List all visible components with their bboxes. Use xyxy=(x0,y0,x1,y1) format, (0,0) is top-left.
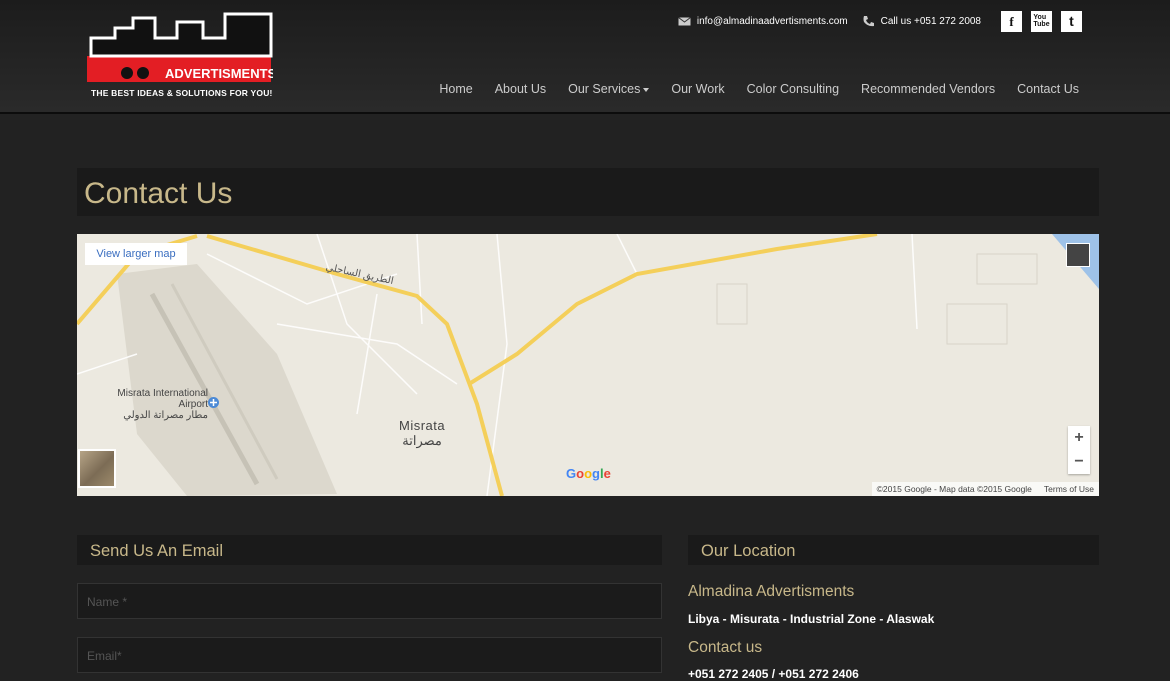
site-header: ADVERTISMENTS THE BEST IDEAS & SOLUTIONS… xyxy=(0,0,1170,114)
nav-item-vendors[interactable]: Recommended Vendors xyxy=(861,82,995,96)
company-address: Libya - Misurata - Industrial Zone - Ala… xyxy=(688,612,935,626)
email-section-header: Send Us An Email xyxy=(77,535,662,565)
city-label-en: Misrata xyxy=(399,418,446,433)
zoom-out-button[interactable]: − xyxy=(1068,450,1090,474)
phone-text: Call us +051 272 2008 xyxy=(880,15,981,27)
logo-mark: ADVERTISMENTS xyxy=(87,12,273,82)
airport-label: Misrata International Airport مطار مصرات… xyxy=(114,388,208,421)
nav-item-contact[interactable]: Contact Us xyxy=(1017,82,1079,96)
name-placeholder: Name * xyxy=(87,595,128,609)
email-field[interactable]: Email* xyxy=(77,637,662,673)
zoom-in-button[interactable]: + xyxy=(1068,426,1090,450)
view-larger-map-link[interactable]: View larger map xyxy=(85,243,187,265)
page-title-bar: Contact Us xyxy=(77,168,1099,216)
social-links: f You Tube t xyxy=(1001,10,1082,32)
email-text: info@almadinaadvertisments.com xyxy=(696,15,848,27)
location-section-header: Our Location xyxy=(688,535,1099,565)
phone-link[interactable]: Call us +051 272 2008 xyxy=(862,15,981,28)
company-name: Almadina Advertisments xyxy=(688,583,855,600)
chevron-down-icon xyxy=(643,87,650,92)
map-expand-icon[interactable] xyxy=(1066,243,1090,267)
site-logo[interactable]: ADVERTISMENTS THE BEST IDEAS & SOLUTIONS… xyxy=(85,8,275,100)
city-label-ar: مصراتة xyxy=(402,433,442,448)
satellite-toggle[interactable] xyxy=(78,449,116,488)
top-contact-bar: info@almadinaadvertisments.com Call us +… xyxy=(678,10,1082,32)
map-attribution: ©2015 Google - Map data ©2015 Google Ter… xyxy=(871,482,1099,496)
city-label: Misrata مصراتة xyxy=(399,418,445,449)
map-attribution-text: ©2015 Google - Map data ©2015 Google xyxy=(876,484,1032,494)
phone-icon xyxy=(863,15,874,26)
embedded-map[interactable]: View larger map الطريق الساحلي Misrata I… xyxy=(77,234,1099,496)
airport-label-ar: مطار مصراتة الدولي xyxy=(123,410,208,421)
logo-text: ADVERTISMENTS xyxy=(165,66,273,81)
email-placeholder: Email* xyxy=(87,649,122,663)
contact-heading: Contact us xyxy=(688,639,763,656)
envelope-icon xyxy=(678,16,691,25)
airport-label-en: Misrata International Airport xyxy=(117,388,208,410)
nav-item-services-label: Our Services xyxy=(568,82,641,96)
nav-item-color-consulting[interactable]: Color Consulting xyxy=(747,82,839,96)
google-logo: Google xyxy=(566,466,611,481)
name-field[interactable]: Name * xyxy=(77,583,662,619)
terms-link[interactable]: Terms of Use xyxy=(1044,484,1094,494)
twitter-icon[interactable]: t xyxy=(1061,10,1082,32)
nav-item-home[interactable]: Home xyxy=(439,82,472,96)
email-link[interactable]: info@almadinaadvertisments.com xyxy=(678,15,848,28)
youtube-icon[interactable]: You Tube xyxy=(1031,10,1052,32)
nav-item-about[interactable]: About Us xyxy=(495,82,546,96)
page-title: Contact Us xyxy=(84,177,233,210)
contact-phones: +051 272 2405 / +051 272 2406 xyxy=(688,667,859,681)
nav-item-services[interactable]: Our Services xyxy=(568,82,650,96)
map-graphic xyxy=(77,234,1099,496)
nav-item-work[interactable]: Our Work xyxy=(671,82,724,96)
facebook-icon[interactable]: f xyxy=(1001,10,1022,32)
location-section-title: Our Location xyxy=(701,542,796,560)
zoom-controls: + − xyxy=(1068,426,1090,474)
logo-tagline: THE BEST IDEAS & SOLUTIONS FOR YOU! xyxy=(91,88,273,98)
email-section-title: Send Us An Email xyxy=(90,542,223,560)
airport-icon xyxy=(208,397,219,408)
main-nav: Home About Us Our Services Our Work Colo… xyxy=(439,82,1079,96)
